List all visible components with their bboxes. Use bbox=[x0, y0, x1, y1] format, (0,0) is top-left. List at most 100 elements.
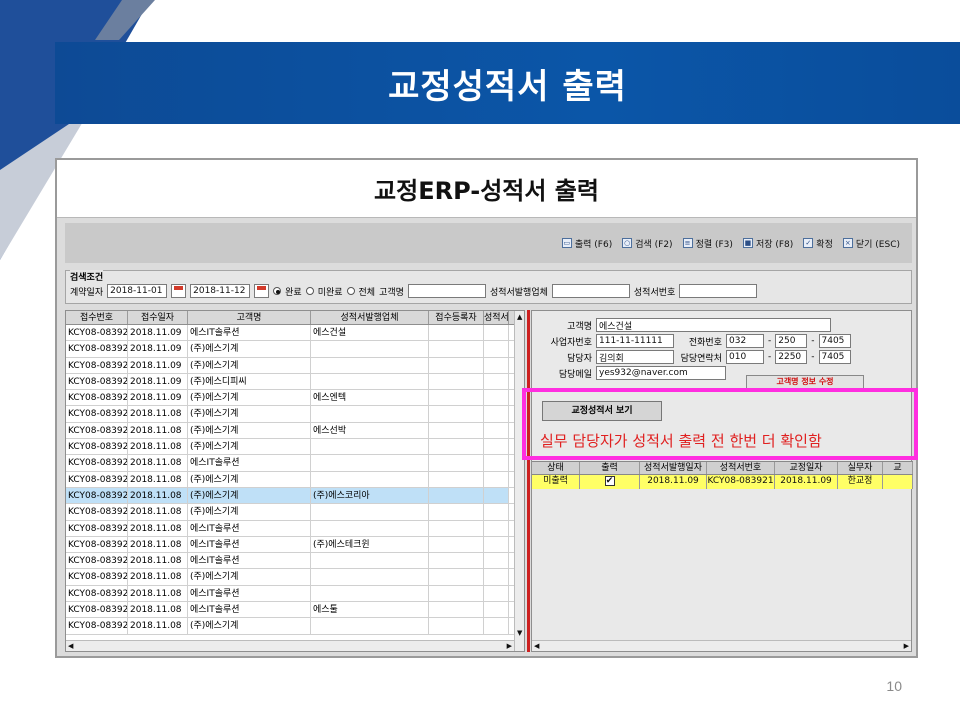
phone3-field[interactable]: 7405 bbox=[818, 334, 851, 348]
col-header[interactable]: 접수일자 bbox=[128, 311, 188, 324]
date-from-input[interactable]: 2018-11-01 bbox=[107, 284, 168, 298]
table-row[interactable]: KCY08-083921 2018.11.08 (주)에스기계 bbox=[66, 471, 524, 488]
table-row[interactable]: KCY08-083921 2018.11.08 에스IT솔루션 (주)에스테크윈 bbox=[66, 536, 524, 554]
table-row[interactable]: KCY08-083921 2018.11.08 (주)에스기계 bbox=[66, 439, 524, 456]
table-row[interactable]: KCY08-083921 2018.11.09 에스IT솔루션 에스건설 bbox=[66, 325, 524, 342]
calendar-icon[interactable] bbox=[171, 284, 187, 298]
phone2-field[interactable]: 250 bbox=[775, 334, 808, 348]
confirm-button[interactable]: ✓ 확정 bbox=[803, 237, 833, 250]
table-cell: KCY08-083921 bbox=[66, 569, 128, 585]
table-cell bbox=[429, 406, 484, 422]
table-row[interactable]: KCY08-083921 2018.11.08 (주)에스기계 (주)에스코리아 bbox=[66, 487, 524, 505]
table-cell: 2018.11.08 bbox=[128, 504, 188, 520]
edit-customer-button[interactable]: 고객명 정보 수정 bbox=[746, 375, 864, 389]
table-cell: (주)에스기계 bbox=[188, 569, 311, 585]
manager-field[interactable]: 김의회 bbox=[596, 350, 674, 364]
table-row[interactable]: KCY08-083921 2018.11.08 (주)에스기계 bbox=[66, 569, 524, 586]
customer-field[interactable]: 에스건설 bbox=[596, 318, 831, 332]
bizno-field[interactable]: 111-11-11111 bbox=[596, 334, 674, 348]
table-cell bbox=[429, 602, 484, 618]
table-row[interactable]: KCY08-083921 2018.11.09 (주)에스기계 bbox=[66, 341, 524, 358]
table-cell bbox=[484, 471, 509, 487]
panel-divider[interactable] bbox=[527, 310, 530, 652]
date-to-input[interactable]: 2018-11-12 bbox=[190, 284, 251, 298]
col-header[interactable]: 성적서 bbox=[484, 311, 509, 324]
print-checkbox[interactable]: ✔ bbox=[604, 476, 615, 486]
cert-no-filter-input[interactable] bbox=[679, 284, 758, 298]
table-cell: 2018.11.08 bbox=[128, 569, 188, 585]
table-cell bbox=[311, 553, 429, 569]
table-cell bbox=[311, 439, 429, 455]
scroll-left-icon[interactable]: ◀ bbox=[68, 642, 73, 650]
table-row[interactable]: 미출력 ✔ 2018.11.09 KCY08-083921 2018.11.09… bbox=[532, 475, 913, 489]
scroll-left-icon[interactable]: ◀ bbox=[534, 642, 539, 650]
radio-undone[interactable] bbox=[305, 287, 314, 295]
table-cell: KCY08-083921 bbox=[66, 536, 128, 553]
scroll-right-icon[interactable]: ▶ bbox=[904, 642, 909, 650]
search-button[interactable]: ○ 검색 (F2) bbox=[622, 237, 673, 250]
email-field[interactable]: yes932@naver.com bbox=[596, 366, 726, 380]
table-cell: (주)에스기계 bbox=[188, 357, 311, 373]
col-header[interactable]: 접수번호 bbox=[66, 311, 128, 324]
col-header[interactable]: 접수등록자 bbox=[429, 311, 484, 324]
table-cell: 2018.11.09 bbox=[128, 325, 188, 341]
vertical-scrollbar[interactable]: ▲ ▼ bbox=[514, 311, 524, 651]
phone1-select[interactable]: 032 bbox=[726, 334, 764, 348]
contact1-select[interactable]: 010 bbox=[726, 350, 764, 364]
radio-done[interactable] bbox=[273, 287, 282, 295]
table-row[interactable]: KCY08-083921 2018.11.08 (주)에스기계 bbox=[66, 504, 524, 521]
printer-icon: ▭ bbox=[561, 238, 572, 248]
customer-filter-input[interactable] bbox=[407, 284, 486, 298]
table-row[interactable]: KCY08-083921 2018.11.08 (주)에스기계 bbox=[66, 406, 524, 423]
issuer-filter-input[interactable] bbox=[551, 284, 630, 298]
col-header[interactable]: 교 bbox=[883, 462, 913, 474]
scroll-up-icon[interactable]: ▲ bbox=[517, 313, 522, 321]
table-row[interactable]: KCY08-083921 2018.11.09 (주)에스기계 bbox=[66, 357, 524, 374]
print-button[interactable]: ▭ 출력 (F6) bbox=[561, 237, 612, 250]
table-row[interactable]: KCY08-083921 2018.11.09 (주)에스기계 에스엔텍 bbox=[66, 390, 524, 407]
contact2-field[interactable]: 2250 bbox=[775, 350, 808, 364]
radio-done-label: 완료 bbox=[285, 287, 302, 298]
table-row[interactable]: KCY08-083921 2018.11.08 에스IT솔루션 bbox=[66, 520, 524, 537]
col-header[interactable]: 성적서번호 bbox=[707, 462, 775, 474]
table-cell: KCY08-083921 bbox=[66, 553, 128, 569]
table-cell bbox=[311, 406, 429, 422]
col-header[interactable]: 성적서발행업체 bbox=[311, 311, 429, 324]
col-header[interactable]: 상태 bbox=[532, 462, 580, 474]
col-header[interactable]: 고객명 bbox=[188, 311, 311, 324]
save-button[interactable]: ■ 저장 (F8) bbox=[742, 237, 793, 250]
radio-all[interactable] bbox=[346, 287, 355, 295]
table-row[interactable]: KCY08-083921 2018.11.08 에스IT솔루션 bbox=[66, 553, 524, 570]
table-cell: KCY08-083921 bbox=[66, 520, 128, 536]
sort-button[interactable]: ≡ 정렬 (F3) bbox=[682, 237, 733, 250]
contact3-field[interactable]: 7405 bbox=[818, 350, 851, 364]
table-row[interactable]: KCY08-083921 2018.11.08 에스IT솔루션 에스툴 bbox=[66, 602, 524, 619]
table-cell: 2018.11.08 bbox=[128, 471, 188, 487]
print-checkbox-cell[interactable]: ✔ bbox=[580, 475, 640, 489]
calendar-icon[interactable] bbox=[254, 284, 270, 298]
table-row[interactable]: KCY08-083921 2018.11.08 에스IT솔루션 bbox=[66, 455, 524, 472]
table-row[interactable]: KCY08-083921 2018.11.08 (주)에스기계 bbox=[66, 618, 524, 635]
table-row[interactable]: KCY08-083921 2018.11.08 (주)에스기계 에스선박 bbox=[66, 422, 524, 440]
table-cell bbox=[311, 357, 429, 373]
table-cell bbox=[484, 325, 509, 341]
scroll-down-icon[interactable]: ▼ bbox=[517, 629, 522, 637]
close-button[interactable]: × 닫기 (ESC) bbox=[842, 237, 900, 250]
col-header[interactable]: 출력 bbox=[580, 462, 640, 474]
save-icon: ■ bbox=[742, 238, 753, 248]
table-cell: KCY08-083921 bbox=[66, 341, 128, 357]
table-cell: (주)에스기계 bbox=[188, 406, 311, 422]
horizontal-scrollbar[interactable]: ◀ ▶ bbox=[66, 640, 514, 651]
col-header[interactable]: 성적서발행일자 bbox=[640, 462, 707, 474]
table-cell: KCY08-083921 bbox=[66, 373, 128, 390]
col-header[interactable]: 교정일자 bbox=[775, 462, 838, 474]
col-header[interactable]: 실무자 bbox=[838, 462, 883, 474]
table-cell bbox=[429, 553, 484, 569]
table-row[interactable]: KCY08-083921 2018.11.09 (주)에스디피씨 bbox=[66, 373, 524, 391]
scroll-right-icon[interactable]: ▶ bbox=[507, 642, 512, 650]
table-row[interactable]: KCY08-083921 2018.11.08 에스IT솔루션 bbox=[66, 585, 524, 603]
table-cell bbox=[484, 553, 509, 569]
horizontal-scrollbar[interactable]: ◀ ▶ bbox=[532, 640, 911, 651]
slide-title-bar: 교정성적서 출력 bbox=[55, 42, 960, 124]
table-cell bbox=[429, 325, 484, 341]
